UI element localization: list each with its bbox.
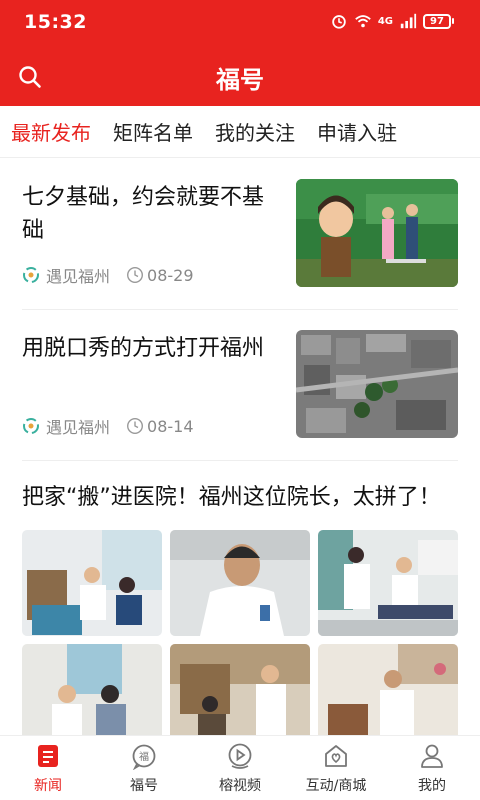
clock-icon [127, 266, 144, 284]
news-image[interactable] [22, 530, 162, 636]
news-image[interactable] [170, 644, 310, 735]
status-time: 15:32 [24, 11, 87, 33]
shop-icon [325, 745, 347, 767]
video-icon [228, 743, 252, 769]
clock-icon [127, 417, 144, 435]
source-logo-icon [23, 267, 39, 283]
nav-profile[interactable]: 我的 [384, 736, 480, 800]
news-source: 遇见福州 [46, 267, 111, 286]
page-title: 福号 [216, 66, 264, 94]
wifi-icon [355, 15, 371, 28]
alarm-icon [332, 15, 346, 29]
news-image[interactable] [318, 644, 458, 735]
tab-latest[interactable]: 最新发布 [0, 117, 102, 146]
news-source: 遇见福州 [46, 418, 111, 437]
news-image[interactable] [170, 530, 310, 636]
nav-label: 新闻 [34, 778, 62, 794]
news-item[interactable]: 用脱口秀的方式打开福州 遇见福州 08-14 [22, 310, 458, 461]
image-grid [22, 530, 458, 735]
tab-my-follows[interactable]: 我的关注 [204, 117, 306, 146]
svg-text:福: 福 [139, 750, 149, 763]
nav-label: 我的 [418, 778, 446, 794]
news-item[interactable]: 把家“搬”进医院！福州这位院长，太拼了！ [22, 461, 458, 735]
news-title: 把家“搬”进医院！福州这位院长，太拼了！ [22, 485, 441, 510]
news-date: 08-29 [147, 265, 194, 285]
news-date: 08-14 [147, 416, 194, 436]
news-thumbnail[interactable] [296, 330, 458, 438]
nav-label: 榕视频 [219, 778, 261, 794]
news-item[interactable]: 七夕基础，约会就要不基础 遇见福州 08-29 [22, 159, 458, 310]
signal-icon [400, 13, 417, 29]
source-logo-icon [23, 418, 39, 434]
nav-label: 互动/商城 [305, 778, 367, 794]
tab-apply[interactable]: 申请入驻 [306, 117, 408, 146]
nav-label: 福号 [130, 778, 158, 794]
news-image[interactable] [22, 644, 162, 735]
nav-video[interactable]: 榕视频 [192, 736, 288, 800]
news-image[interactable] [318, 530, 458, 636]
news-title: 七夕基础，约会就要不基础 [22, 185, 265, 243]
news-meta: 遇见福州 08-14 [22, 414, 194, 438]
profile-icon [421, 744, 443, 768]
nav-fuhao[interactable]: 福 福号 [96, 736, 192, 800]
tab-bar: 最新发布 矩阵名单 我的关注 申请入驻 [0, 106, 480, 158]
nav-news[interactable]: 新闻 [0, 736, 96, 800]
nav-shop[interactable]: 互动/商城 [288, 736, 384, 800]
news-title: 用脱口秀的方式打开福州 [22, 336, 265, 361]
tab-matrix-list[interactable]: 矩阵名单 [102, 117, 204, 146]
news-meta: 遇见福州 08-29 [22, 263, 194, 287]
fuhao-icon: 福 [132, 744, 156, 770]
bottom-nav: 新闻 福 福号 榕视频 互动/商城 我的 [0, 735, 480, 800]
battery-level: 97 [423, 13, 451, 29]
status-icons: 4G 97 [330, 12, 454, 30]
news-icon [38, 745, 58, 767]
app-bar: 福号 [0, 46, 480, 106]
news-thumbnail[interactable] [296, 179, 458, 287]
battery-indicator: 97 [423, 13, 454, 29]
network-type: 4G [377, 15, 393, 27]
status-bar: 15:32 4G 97 [0, 0, 480, 46]
news-feed: 七夕基础，约会就要不基础 遇见福州 08-29 用脱口秀的方式打开福州 遇见福州… [0, 159, 480, 735]
